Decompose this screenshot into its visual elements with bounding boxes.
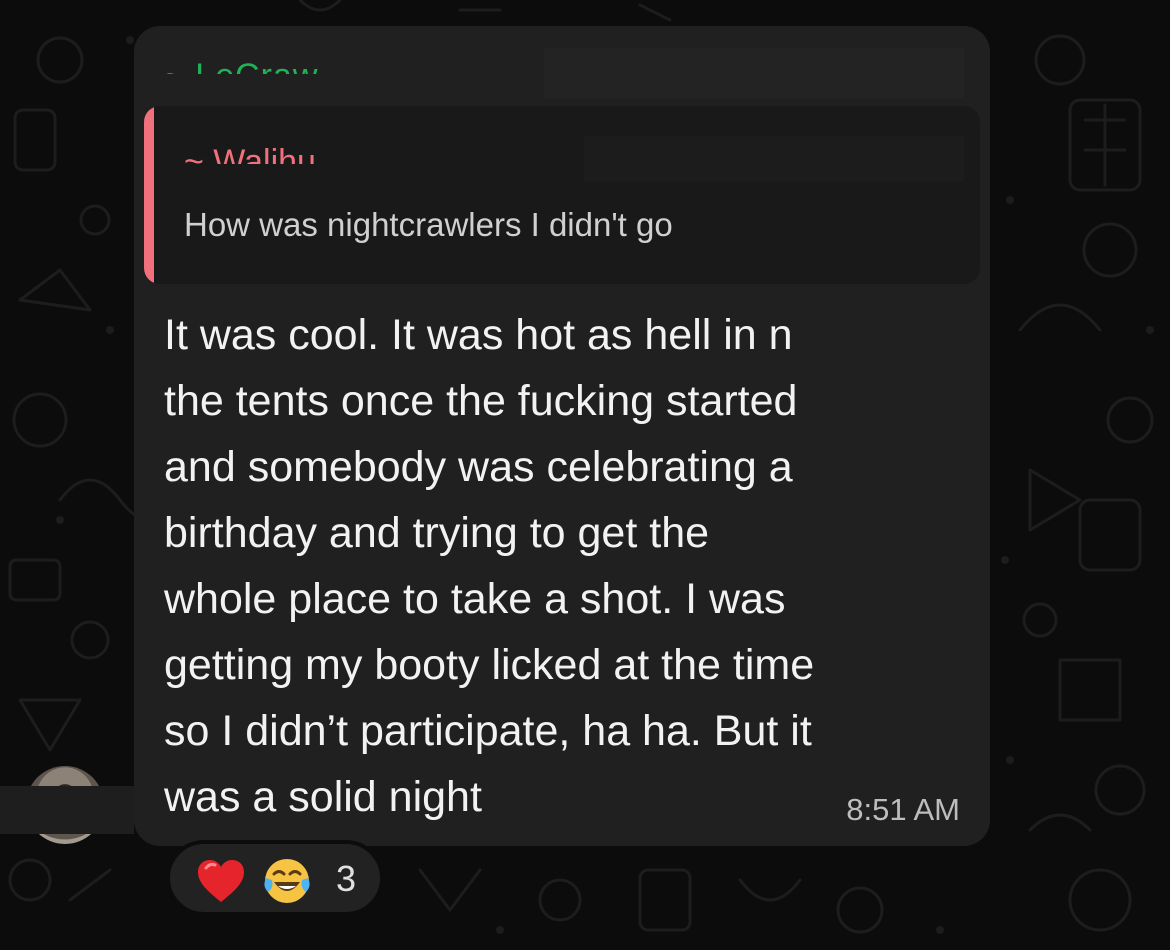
- message-text: It was cool. It was hot as hell in n the…: [164, 311, 815, 821]
- heart-icon: [198, 860, 244, 902]
- quoted-author: ~ Walihu: [184, 143, 316, 164]
- redacted-area: [544, 48, 964, 98]
- reaction-count: 3: [336, 858, 357, 899]
- message-timestamp: 8:51 AM: [846, 792, 960, 827]
- laugh-icon: [264, 859, 310, 903]
- quoted-message[interactable]: ~ Walihu How was nightcrawlers I didn't …: [144, 106, 980, 284]
- message-bubble[interactable]: ~ LeCraw ~ Walihu How was nightcrawlers …: [134, 26, 990, 846]
- sender-name[interactable]: ~ LeCraw: [164, 48, 318, 74]
- reactions-pill[interactable]: 3: [166, 840, 384, 916]
- quoted-text: How was nightcrawlers I didn't go: [184, 206, 673, 243]
- redacted-area: [0, 786, 134, 834]
- quote-accent-bar: [144, 106, 154, 284]
- chat-background: ~ LeCraw ~ Walihu How was nightcrawlers …: [0, 0, 1170, 950]
- redacted-area: [584, 136, 964, 182]
